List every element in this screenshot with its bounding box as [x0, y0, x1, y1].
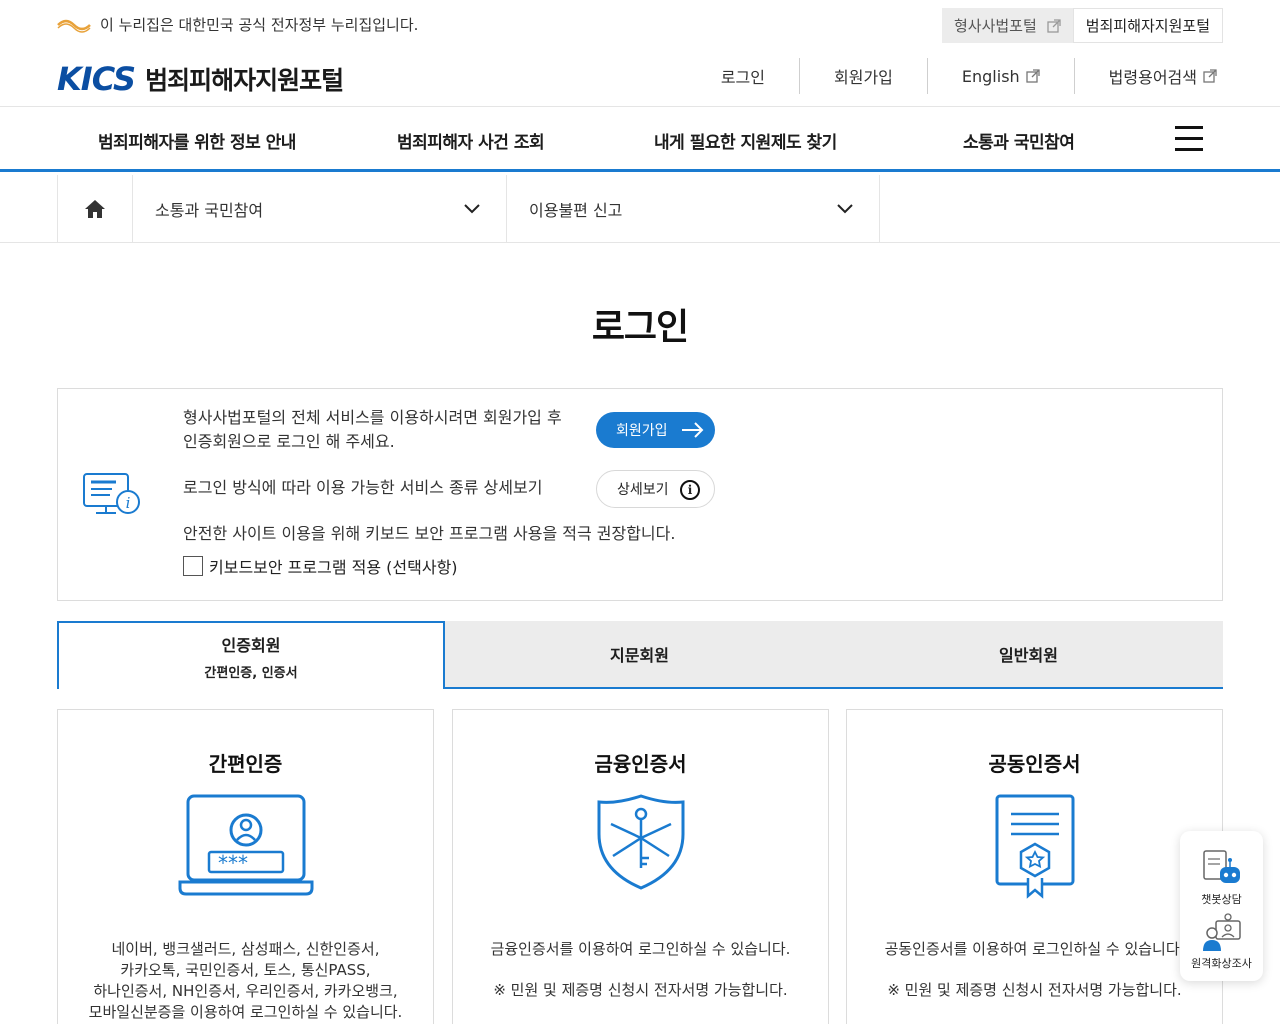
shield-key-icon: [597, 794, 684, 890]
gov-link-victim-portal[interactable]: 범죄피해자지원포털: [1072, 8, 1223, 43]
arrow-right-icon: [682, 422, 704, 438]
laptop-password-icon: ***: [178, 794, 313, 896]
card-desc-line: 카카오톡, 국민인증서, 토스, 통신PASS,: [120, 961, 371, 979]
video-interview-button[interactable]: 원격화상조사: [1180, 913, 1263, 971]
external-link-icon: [1026, 69, 1040, 83]
join-button[interactable]: 회원가입: [596, 412, 715, 448]
site-logo[interactable]: KICS 범죄피해자지원포털: [57, 60, 344, 98]
login-card-simple-auth[interactable]: 간편인증 *** 네이버, 뱅크샐러드, 삼성패스, 신한인증서, 카카오톡, …: [57, 709, 434, 1024]
login-card-financial-cert[interactable]: 금융인증서 금융인증서를 이용하여 로그인하실 수 있습니다. ※ 민원 및 제…: [452, 709, 829, 1024]
logo-mark: KICS: [57, 60, 136, 98]
card-desc-line: 네이버, 뱅크샐러드, 삼성패스, 신한인증서,: [111, 940, 380, 958]
card-desc-line: 금융인증서를 이용하여 로그인하실 수 있습니다.: [490, 940, 791, 958]
gnb-item-info[interactable]: 범죄피해자를 위한 정보 안내: [98, 128, 296, 153]
password-mask: ***: [218, 851, 248, 875]
home-button[interactable]: [57, 175, 133, 243]
certificate-icon: [995, 794, 1074, 899]
breadcrumb: 소통과 국민참여 이용불편 신고: [0, 175, 1280, 243]
info-text-line4: 안전한 사이트 이용을 위해 키보드 보안 프로그램 사용을 적극 권장합니다.: [183, 524, 676, 543]
tab-certified-member[interactable]: 인증회원 간편인증, 인증서: [57, 621, 445, 689]
external-link-icon: [1203, 69, 1217, 83]
breadcrumb-level1-select[interactable]: 소통과 국민참여: [133, 175, 507, 243]
monitor-info-icon: i: [83, 473, 140, 514]
site-header: KICS 범죄피해자지원포털 로그인 회원가입 English 법령용어검색: [0, 50, 1280, 107]
page-title: 로그인: [591, 307, 689, 348]
tab-fingerprint-member[interactable]: 지문회원: [445, 621, 834, 689]
logo-text: 범죄피해자지원포털: [145, 66, 344, 95]
gov-link-kics-portal[interactable]: 형사사법포털: [941, 8, 1073, 43]
gnb-item-support-finder[interactable]: 내게 필요한 지원제도 찾기: [654, 128, 837, 153]
chevron-down-icon: [464, 204, 480, 214]
legal-term-search-link[interactable]: 법령용어검색: [1073, 58, 1223, 94]
card-title: 금융인증서: [594, 752, 687, 776]
card-title: 공동인증서: [988, 752, 1081, 776]
gnb-item-case-lookup[interactable]: 범죄피해자 사건 조회: [397, 128, 545, 153]
breadcrumb-level2-select[interactable]: 이용불편 신고: [507, 175, 880, 243]
gov-symbol-icon: [57, 19, 91, 33]
signup-link[interactable]: 회원가입: [799, 58, 927, 94]
svg-text:i: i: [126, 494, 131, 512]
menu-icon[interactable]: [1175, 126, 1203, 152]
video-call-icon: [1202, 913, 1241, 951]
external-link-icon: [1047, 18, 1061, 33]
card-title: 간편인증: [208, 752, 283, 776]
login-link[interactable]: 로그인: [687, 58, 799, 94]
card-desc-line: ※ 민원 및 제증명 신청시 전자서명 가능합니다.: [887, 981, 1182, 999]
info-text-line2: 인증회원으로 로그인 해 주세요.: [183, 432, 395, 451]
info-text-line1: 형사사법포털의 전체 서비스를 이용하시려면 회원가입 후: [183, 408, 562, 427]
global-nav: 범죄피해자를 위한 정보 안내 범죄피해자 사건 조회 내게 필요한 지원제도 …: [0, 108, 1280, 172]
login-info-box: i 형사사법포털의 전체 서비스를 이용하시려면 회원가입 후 인증회원으로 로…: [57, 388, 1223, 601]
login-card-joint-cert[interactable]: 공동인증서 공동인증서를 이용하여 로그인하실 수 있습니다. ※ 민원 및 제…: [846, 709, 1223, 1024]
gov-banner: 이 누리집은 대한민국 공식 전자정부 누리집입니다. 형사사법포털 범죄피해자…: [0, 0, 1280, 50]
info-text-line3: 로그인 방식에 따라 이용 가능한 서비스 종류 상세보기: [183, 478, 543, 497]
card-desc-line: 하나인증서, NH인증서, 우리인증서, 카카오뱅크,: [93, 982, 398, 1000]
gnb-item-participation[interactable]: 소통과 국민참여: [963, 128, 1075, 153]
card-desc-line: ※ 민원 및 제증명 신청시 전자서명 가능합니다.: [493, 981, 788, 999]
chatbot-button[interactable]: 챗봇상담: [1180, 849, 1263, 907]
member-type-tabs: 인증회원 간편인증, 인증서 지문회원 일반회원: [57, 621, 1223, 689]
utility-nav: 로그인 회원가입 English 법령용어검색: [687, 58, 1223, 94]
card-desc-line: 공동인증서를 이용하여 로그인하실 수 있습니다.: [884, 940, 1185, 958]
quick-menu: 챗봇상담 원격화상조사: [1180, 831, 1263, 981]
keyboard-security-checkbox[interactable]: [183, 556, 203, 576]
gov-banner-text: 이 누리집은 대한민국 공식 전자정부 누리집입니다.: [56, 14, 418, 35]
card-desc-line: 모바일신분증을 이용하여 로그인하실 수 있습니다.: [88, 1003, 403, 1021]
detail-button[interactable]: 상세보기 i: [596, 470, 715, 508]
tab-general-member[interactable]: 일반회원: [834, 621, 1223, 689]
chatbot-icon: [1202, 850, 1240, 883]
gov-links: 형사사법포털 범죄피해자지원포털: [941, 8, 1223, 43]
keyboard-security-label[interactable]: 키보드보안 프로그램 적용 (선택사항): [209, 554, 458, 578]
chevron-down-icon: [837, 204, 853, 214]
home-icon: [85, 200, 105, 218]
info-circle-icon: i: [680, 480, 700, 500]
english-link[interactable]: English: [926, 58, 1074, 94]
